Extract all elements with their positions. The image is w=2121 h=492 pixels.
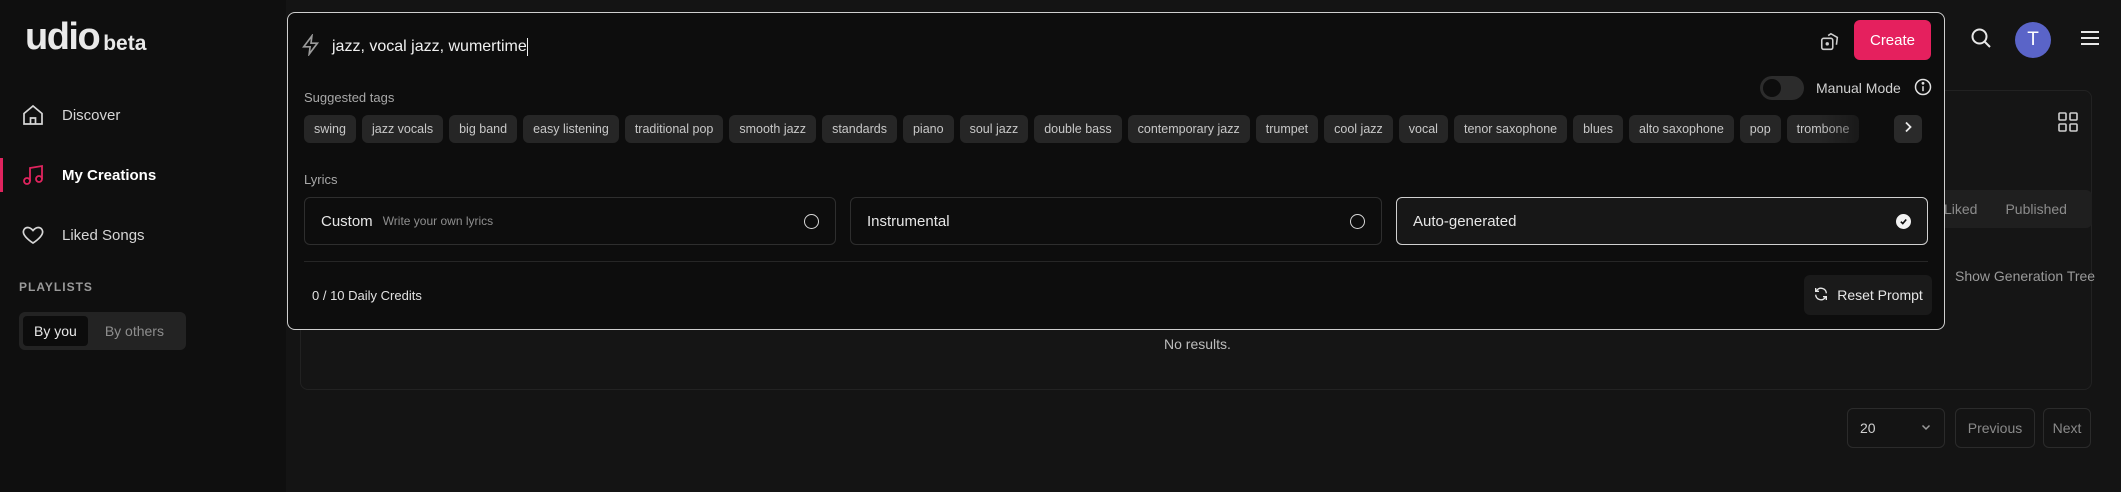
tag-chip[interactable]: blues [1573, 115, 1623, 143]
search-icon[interactable] [1969, 26, 1993, 55]
playlists-heading: PLAYLISTS [19, 280, 93, 294]
tag-chip[interactable]: alto saxophone [1629, 115, 1734, 143]
tag-chip[interactable]: easy listening [523, 115, 619, 143]
creations-tabs: Liked Published [1930, 190, 2092, 228]
page-size-select[interactable]: 20 [1847, 408, 1945, 448]
tag-chip[interactable]: double bass [1034, 115, 1122, 143]
logo-beta-tag: beta [103, 32, 147, 55]
tag-chip[interactable]: vocal [1398, 115, 1448, 143]
show-generation-tree-button[interactable]: Show Generation Tree [1940, 258, 2095, 294]
tags-scroll-right-button[interactable] [1894, 115, 1922, 143]
playlist-filter-by-others[interactable]: By others [94, 316, 175, 346]
heart-icon [20, 222, 46, 248]
text-caret [526, 37, 528, 56]
suggested-tags-label: Suggested tags [304, 90, 395, 105]
lyrics-option-label: Instrumental [867, 212, 950, 230]
divider [304, 261, 1928, 262]
page-size-value: 20 [1860, 420, 1876, 436]
playlist-filter-by-you[interactable]: By you [23, 316, 88, 346]
tag-chip[interactable]: standards [822, 115, 897, 143]
create-panel: jazz, vocal jazz, wumertime Create Sugge… [287, 12, 1945, 330]
manual-mode-label: Manual Mode [1816, 80, 1901, 96]
chevron-right-icon [1901, 120, 1915, 139]
lyrics-option-custom[interactable]: Custom Write your own lyrics [304, 197, 836, 245]
manual-mode: Manual Mode [1760, 76, 1933, 100]
chevron-down-icon [1920, 420, 1932, 436]
tag-chip[interactable]: trumpet [1255, 115, 1319, 143]
prompt-row: jazz, vocal jazz, wumertime [300, 27, 1932, 67]
random-prompt-icon[interactable] [1819, 31, 1841, 58]
tag-chip[interactable]: cool jazz [1324, 115, 1393, 143]
sidebar-item-label: Liked Songs [62, 226, 145, 244]
reset-prompt-label: Reset Prompt [1837, 287, 1923, 303]
tag-chip[interactable]: pop [1739, 115, 1781, 143]
create-button[interactable]: Create [1854, 20, 1931, 60]
logo[interactable]: udio beta [25, 18, 146, 56]
sidebar-item-my-creations[interactable]: My Creations [0, 152, 286, 198]
music-note-icon [20, 162, 46, 188]
no-results-text: No results. [1164, 336, 1231, 352]
lyrics-label: Lyrics [304, 172, 338, 187]
lyrics-option-label: Auto-generated [1413, 212, 1517, 230]
manual-mode-toggle[interactable] [1760, 76, 1804, 100]
sidebar-item-label: My Creations [62, 166, 157, 184]
sidebar: udio beta Discover My Creations Liked So… [0, 0, 286, 492]
tab-published[interactable]: Published [1991, 201, 2081, 217]
daily-credits: 0 / 10 Daily Credits [312, 288, 422, 303]
prompt-text: jazz, vocal jazz, wumertime [332, 38, 527, 56]
tag-chip[interactable]: soul jazz [959, 115, 1029, 143]
lyrics-option-auto-generated[interactable]: Auto-generated [1396, 197, 1928, 245]
lightning-icon [300, 32, 322, 61]
refresh-icon [1813, 286, 1829, 305]
playlist-filter: By you By others [19, 312, 186, 350]
tag-chip[interactable]: big band [449, 115, 518, 143]
tag-chip[interactable]: tenor saxophone [1453, 115, 1568, 143]
menu-icon[interactable] [2078, 26, 2102, 55]
sidebar-item-label: Discover [62, 106, 121, 124]
avatar[interactable]: T [2015, 22, 2051, 58]
reset-prompt-button[interactable]: Reset Prompt [1804, 275, 1932, 315]
home-icon [20, 102, 46, 128]
tag-chip[interactable]: smooth jazz [729, 115, 817, 143]
radio-button[interactable] [1350, 214, 1365, 229]
grid-view-icon[interactable] [2056, 110, 2080, 139]
tag-chip[interactable]: jazz vocals [361, 115, 444, 143]
radio-button[interactable] [804, 214, 819, 229]
sidebar-item-liked-songs[interactable]: Liked Songs [0, 212, 286, 258]
lyrics-option-label: Custom [321, 212, 373, 230]
sidebar-item-discover[interactable]: Discover [0, 92, 286, 138]
suggested-tags: swing jazz vocals big band easy listenin… [304, 115, 1916, 143]
radio-button-selected[interactable] [1896, 214, 1911, 229]
tag-chip[interactable]: swing [304, 115, 356, 143]
next-page-button[interactable]: Next [2043, 408, 2091, 448]
tag-chip[interactable]: piano [902, 115, 954, 143]
lyrics-option-description: Write your own lyrics [382, 214, 494, 228]
info-icon[interactable] [1913, 77, 1933, 100]
tag-chip[interactable]: traditional pop [624, 115, 724, 143]
tag-chip[interactable]: contemporary jazz [1127, 115, 1250, 143]
logo-wordmark: udio [25, 16, 101, 58]
lyrics-option-instrumental[interactable]: Instrumental [850, 197, 1382, 245]
prompt-input[interactable]: jazz, vocal jazz, wumertime [332, 37, 1932, 56]
previous-page-button[interactable]: Previous [1955, 408, 2035, 448]
